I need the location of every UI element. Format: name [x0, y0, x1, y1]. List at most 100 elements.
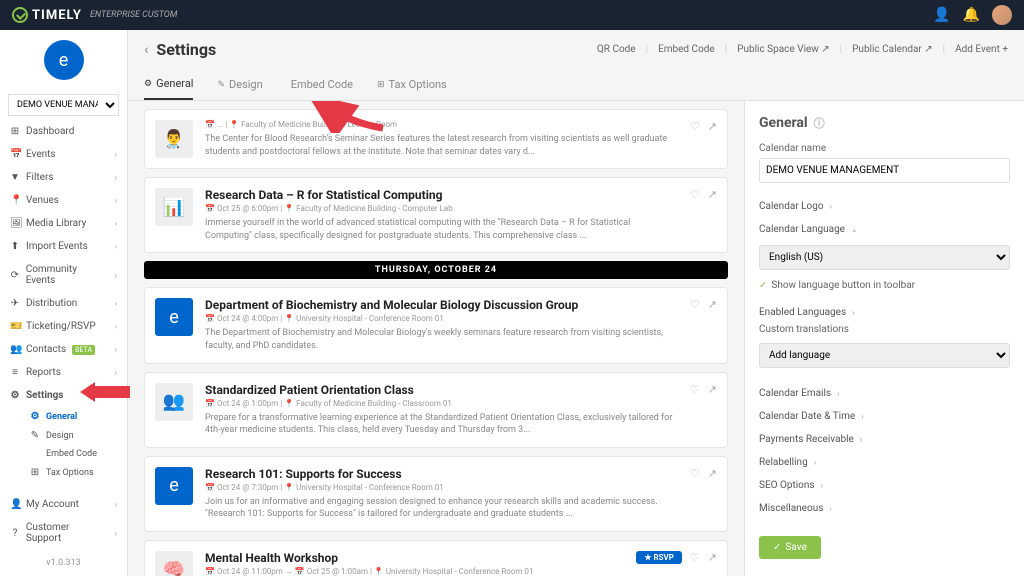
bell-icon[interactable]: 🔔 — [963, 7, 980, 23]
event-title: Mental Health Workshop — [205, 551, 624, 565]
event-card[interactable]: 📊 Research Data – R for Statistical Comp… — [144, 177, 728, 253]
share-icon[interactable]: ↗ — [708, 467, 717, 480]
share-icon[interactable]: ↗ — [708, 551, 717, 564]
header-link-embed-code[interactable]: Embed Code — [658, 44, 715, 55]
event-description: Immerse yourself in the world of advance… — [205, 217, 678, 242]
sidebar-footer-my-account[interactable]: 👤My Account› — [0, 493, 127, 516]
panel-link-calendar-date-time[interactable]: Calendar Date & Time› — [759, 405, 1010, 428]
chevron-right-icon: › — [860, 435, 862, 444]
event-meta: 📅 Oct 24 @ 7:30pm | 📍 University Hospita… — [205, 483, 678, 492]
avatar[interactable] — [992, 5, 1012, 25]
back-chevron-icon[interactable]: ‹ — [144, 42, 148, 58]
brand-logo[interactable]: TIMELY ENTERPRISE CUSTOM — [12, 7, 177, 23]
panel-link-relabelling[interactable]: Relabelling› — [759, 451, 1010, 474]
tab-icon: ✎ — [217, 80, 225, 90]
nav-icon: ⬆ — [10, 241, 20, 252]
share-icon[interactable]: ↗ — [708, 188, 717, 201]
sidebar-item-events[interactable]: 📅Events› — [0, 143, 127, 166]
chevron-right-icon: › — [115, 242, 117, 251]
sidebar-item-venues[interactable]: 📍Venues› — [0, 189, 127, 212]
panel-link-calendar-emails[interactable]: Calendar Emails› — [759, 382, 1010, 405]
sidebar-item-dashboard[interactable]: ⊞Dashboard — [0, 120, 127, 143]
sidebar-item-community-events[interactable]: ⟳Community Events› — [0, 258, 127, 292]
header-link-public-space-view[interactable]: Public Space View ↗ — [737, 44, 830, 55]
sidebar-item-import-events[interactable]: ⬆Import Events› — [0, 235, 127, 258]
tab-design[interactable]: ✎Design — [217, 69, 262, 100]
share-icon[interactable]: ↗ — [708, 120, 717, 133]
sidebar-item-reports[interactable]: ≡Reports› — [0, 361, 127, 384]
event-card[interactable]: e Department of Biochemistry and Molecul… — [144, 287, 728, 363]
nav-icon: ⚙ — [10, 390, 20, 401]
sidebar-item-filters[interactable]: ▼Filters› — [0, 166, 127, 189]
annotation-arrow — [80, 382, 128, 402]
panel-link-miscellaneous[interactable]: Miscellaneous› — [759, 497, 1010, 520]
event-meta: 📅 Oct 24 @ 1:00pm | 📍 Faculty of Medicin… — [205, 399, 678, 408]
sidebar-footer-customer-support[interactable]: ?Customer Support› — [0, 516, 127, 550]
tab-icon: ⚙ — [144, 79, 152, 89]
sidebar-item-contacts[interactable]: 👥ContactsBETA› — [0, 338, 127, 361]
info-icon[interactable]: ⓘ — [814, 115, 825, 131]
show-lang-button-check[interactable]: Show language button in toolbar — [771, 280, 915, 291]
sidebar-sub-embed-code[interactable]: Embed Code — [20, 445, 127, 463]
event-description: Join us for an informative and engaging … — [205, 496, 678, 521]
favorite-icon[interactable]: ♡ — [690, 383, 700, 396]
share-icon[interactable]: ↗ — [708, 298, 717, 311]
sidebar-item-distribution[interactable]: ✈Distribution› — [0, 292, 127, 315]
event-card[interactable]: 🧠 Mental Health Workshop 📅 Oct 24 @ 11:0… — [144, 540, 728, 576]
page-title: Settings — [156, 40, 216, 59]
chevron-right-icon: › — [830, 202, 832, 211]
calendar-name-input[interactable] — [759, 158, 1010, 183]
header-links: QR Code|Embed Code|Public Space View ↗|P… — [597, 44, 1008, 55]
header-link-add-event[interactable]: Add Event + — [955, 44, 1008, 55]
chevron-down-icon: ⌄ — [851, 225, 858, 234]
event-thumbnail: e — [155, 298, 193, 336]
event-title: Research 101: Supports for Success — [205, 467, 678, 481]
event-card[interactable]: 👥 Standardized Patient Orientation Class… — [144, 372, 728, 448]
favorite-icon[interactable]: ♡ — [690, 298, 700, 311]
favorite-icon[interactable]: ♡ — [690, 120, 700, 133]
sidebar-sub-tax-options[interactable]: ⊞Tax Options — [20, 463, 127, 482]
user-icon[interactable]: 👤 — [933, 7, 950, 23]
tab-tax-options[interactable]: ⊞Tax Options — [377, 69, 447, 100]
language-select[interactable]: English (US) — [759, 245, 1010, 270]
sidebar-sub-general[interactable]: ⚙General — [20, 407, 127, 426]
nav-icon: ≡ — [10, 367, 20, 378]
add-language-select[interactable]: Add language — [759, 343, 1010, 368]
rsvp-button[interactable]: ★ RSVP — [636, 551, 682, 564]
favorite-icon[interactable]: ♡ — [690, 551, 700, 564]
event-card[interactable]: 👨‍⚕️ 📅 ... | 📍 Faculty of Medicine Build… — [144, 109, 728, 169]
calendar-logo-link[interactable]: Calendar Logo› — [759, 195, 1010, 218]
event-card[interactable]: e Research 101: Supports for Success 📅 O… — [144, 456, 728, 532]
header-link-qr-code[interactable]: QR Code — [597, 44, 636, 55]
nav-icon: ⟳ — [10, 270, 20, 281]
chevron-right-icon: › — [861, 412, 863, 421]
main-content: ‹ Settings QR Code|Embed Code|Public Spa… — [128, 30, 1024, 576]
calendar-language-toggle[interactable]: Calendar Language⌄ — [759, 218, 1010, 241]
favorite-icon[interactable]: ♡ — [690, 188, 700, 201]
sidebar: e DEMO VENUE MANAGEMENT ⊞Dashboard📅Event… — [0, 30, 128, 576]
chevron-right-icon: › — [115, 219, 117, 228]
page-header: ‹ Settings QR Code|Embed Code|Public Spa… — [128, 30, 1024, 69]
header-link-public-calendar[interactable]: Public Calendar ↗ — [852, 44, 933, 55]
date-divider: THURSDAY, OCTOBER 24 — [144, 261, 728, 279]
nav-icon: 🖼 — [10, 218, 20, 229]
chevron-right-icon: › — [837, 389, 839, 398]
sidebar-sub-design[interactable]: ✎Design — [20, 426, 127, 445]
sidebar-item-media-library[interactable]: 🖼Media Library› — [0, 212, 127, 235]
enabled-languages-link[interactable]: Enabled Languages› — [759, 301, 1010, 324]
org-logo[interactable]: e — [44, 40, 84, 80]
panel-link-seo-options[interactable]: SEO Options› — [759, 474, 1010, 497]
event-thumbnail: e — [155, 467, 193, 505]
nav-icon: 👤 — [10, 499, 20, 510]
share-icon[interactable]: ↗ — [708, 383, 717, 396]
panel-link-payments-receivable[interactable]: Payments Receivable› — [759, 428, 1010, 451]
save-button[interactable]: ✓Save — [759, 536, 821, 559]
favorite-icon[interactable]: ♡ — [690, 467, 700, 480]
check-icon: ✓ — [759, 280, 767, 291]
tab-embed-code[interactable]: Embed Code — [287, 69, 353, 100]
beta-badge: BETA — [72, 345, 95, 355]
sidebar-item-ticketing-rsvp[interactable]: 🎫Ticketing/RSVP› — [0, 315, 127, 338]
tab-general[interactable]: ⚙General — [144, 69, 193, 100]
org-select[interactable]: DEMO VENUE MANAGEMENT — [8, 94, 119, 116]
event-meta: 📅 Oct 24 @ 4:00pm | 📍 University Hospita… — [205, 314, 678, 323]
